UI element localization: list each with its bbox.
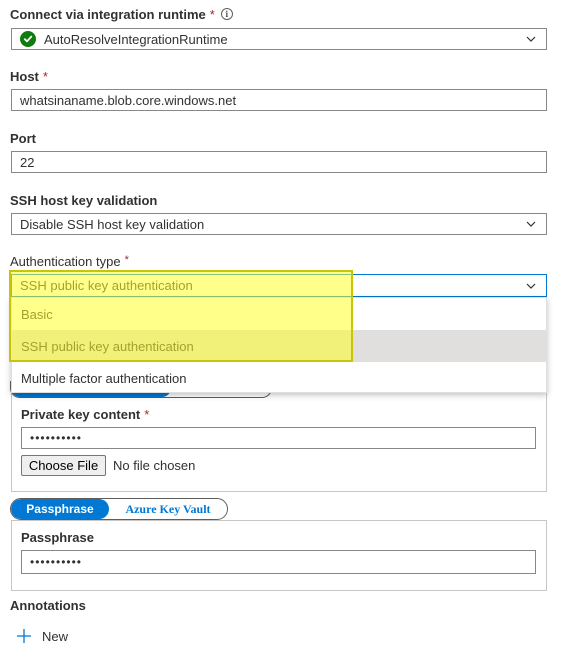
host-value: whatsinaname.blob.core.windows.net bbox=[20, 92, 237, 108]
toggle-passphrase[interactable]: Passphrase bbox=[11, 499, 109, 519]
port-input[interactable]: 22 bbox=[11, 151, 547, 173]
port-value: 22 bbox=[20, 154, 35, 170]
plus-icon bbox=[17, 629, 31, 643]
ssh-host-key-label: SSH host key validation bbox=[10, 193, 157, 208]
auth-type-label-text: Authentication type bbox=[10, 254, 121, 269]
required-marker: * bbox=[42, 69, 48, 84]
private-key-label: Private key content * bbox=[21, 407, 149, 422]
choose-file-button[interactable]: Choose File bbox=[21, 455, 106, 476]
auth-type-menu: Basic SSH public key authentication Mult… bbox=[11, 297, 547, 393]
ssh-host-key-label-text: SSH host key validation bbox=[10, 193, 158, 208]
integration-runtime-label: Connect via integration runtime * i bbox=[10, 7, 233, 22]
no-file-text: No file chosen bbox=[113, 458, 196, 473]
required-marker: * bbox=[124, 254, 129, 266]
auth-type-label: Authentication type * bbox=[10, 254, 129, 269]
private-key-label-text: Private key content bbox=[21, 407, 141, 422]
private-key-value: •••••••••• bbox=[30, 431, 83, 445]
chevron-down-icon bbox=[526, 36, 536, 42]
auth-option-label: SSH public key authentication bbox=[21, 338, 194, 354]
host-input[interactable]: whatsinaname.blob.core.windows.net bbox=[11, 89, 547, 111]
host-label: Host * bbox=[10, 69, 48, 84]
port-label: Port bbox=[10, 131, 36, 146]
auth-option-multi-factor[interactable]: Multiple factor authentication bbox=[12, 362, 546, 394]
green-check-icon bbox=[20, 31, 36, 47]
integration-runtime-label-text: Connect via integration runtime bbox=[10, 7, 206, 22]
annotations-label-text: Annotations bbox=[10, 598, 86, 613]
auth-type-value: SSH public key authentication bbox=[20, 278, 193, 293]
required-marker: * bbox=[144, 407, 150, 422]
choose-file-label: Choose File bbox=[28, 458, 99, 473]
auth-option-basic[interactable]: Basic bbox=[12, 298, 546, 330]
new-annotation-button[interactable]: New bbox=[16, 627, 68, 645]
ssh-host-key-dropdown[interactable]: Disable SSH host key validation bbox=[11, 213, 547, 235]
passphrase-source-toggle[interactable]: Passphrase Azure Key Vault bbox=[10, 498, 228, 520]
auth-option-label: Basic bbox=[21, 306, 53, 322]
chevron-down-icon bbox=[526, 221, 536, 227]
passphrase-label: Passphrase bbox=[21, 530, 94, 545]
passphrase-label-text: Passphrase bbox=[21, 530, 94, 545]
auth-option-label: Multiple factor authentication bbox=[21, 370, 187, 386]
passphrase-input[interactable]: •••••••••• bbox=[21, 550, 536, 574]
annotations-label: Annotations bbox=[10, 598, 86, 613]
integration-runtime-value: AutoResolveIntegrationRuntime bbox=[44, 31, 228, 47]
integration-runtime-dropdown[interactable]: AutoResolveIntegrationRuntime bbox=[11, 28, 547, 50]
new-annotation-label: New bbox=[42, 628, 69, 644]
required-marker: * bbox=[209, 7, 215, 22]
private-key-input[interactable]: •••••••••• bbox=[21, 427, 536, 449]
auth-type-dropdown[interactable]: SSH public key authentication bbox=[11, 274, 547, 297]
ssh-host-key-value: Disable SSH host key validation bbox=[20, 216, 205, 232]
auth-option-ssh-public-key[interactable]: SSH public key authentication bbox=[12, 330, 546, 362]
port-label-text: Port bbox=[10, 131, 36, 146]
passphrase-value: •••••••••• bbox=[30, 555, 83, 569]
chevron-down-icon bbox=[526, 283, 536, 289]
toggle-azure-key-vault[interactable]: Azure Key Vault bbox=[109, 499, 227, 519]
info-icon[interactable]: i bbox=[220, 8, 233, 20]
host-label-text: Host bbox=[10, 69, 39, 84]
